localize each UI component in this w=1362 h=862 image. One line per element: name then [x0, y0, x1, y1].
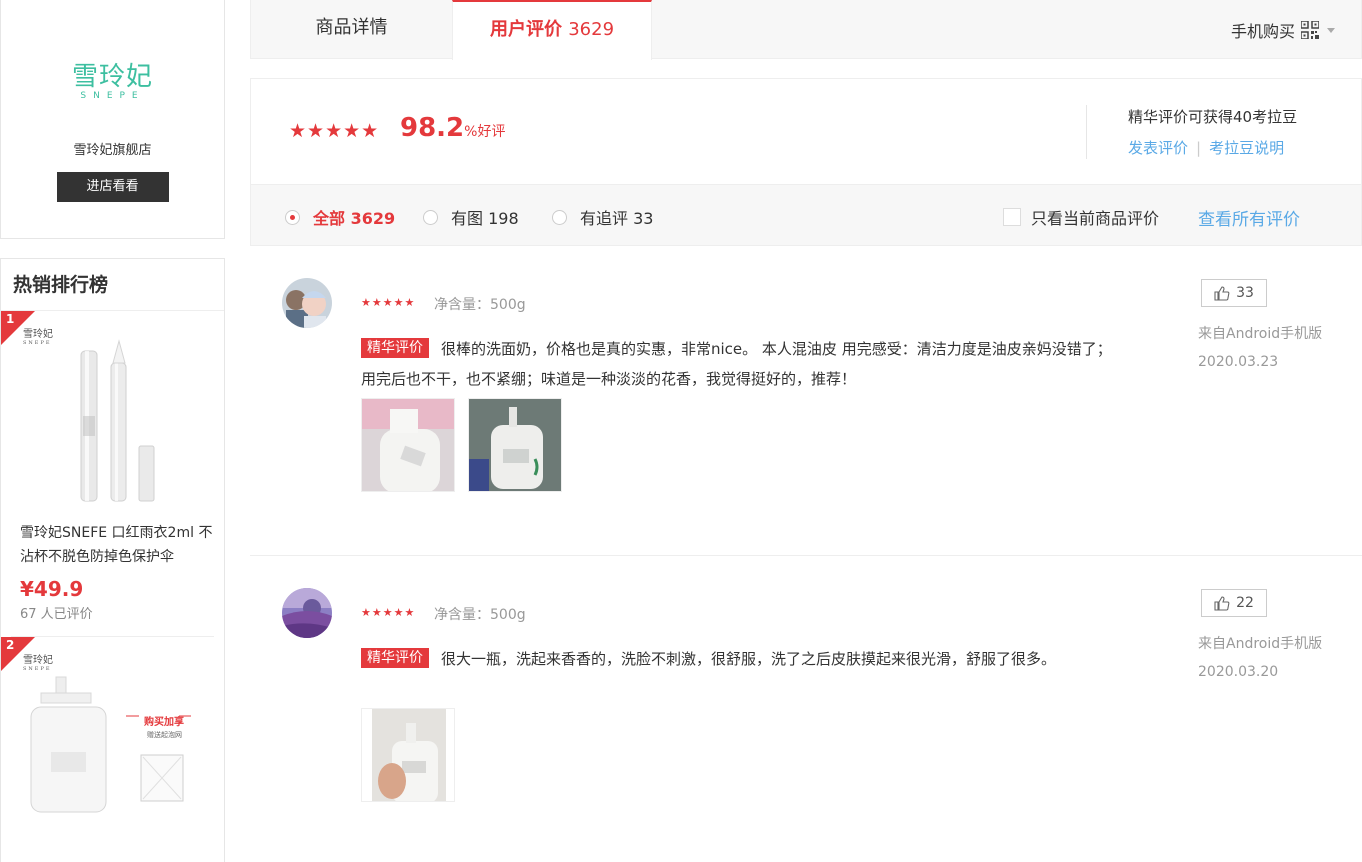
filter-all-label: 全部 3629: [313, 209, 396, 228]
product-image[interactable]: 雪玲妃 SNEPE 购买加享 赠送起泡网: [11, 637, 214, 837]
radio[interactable]: [552, 209, 567, 225]
review-photo[interactable]: [361, 708, 455, 802]
link-separator: |: [1196, 139, 1202, 157]
review-text: 很大一瓶，洗起来香香的，洗脸不刺激，很舒服，洗了之后皮肤摸起来很光滑，舒服了很多…: [441, 650, 1057, 668]
thumbs-up-icon: [1214, 285, 1230, 301]
only-current-product-label: 只看当前商品评价: [1031, 209, 1160, 228]
store-card: 雪玲妃 SNEPE 雪玲妃旗舰店 进店看看: [0, 0, 225, 239]
like-button[interactable]: 22: [1201, 589, 1267, 617]
essence-bonus-note: 精华评价可获得40考拉豆: [1128, 108, 1298, 126]
hot-item-price: ¥49.9: [20, 577, 84, 601]
review-source: 来自Android手机版: [1198, 326, 1323, 342]
review-photos: [361, 398, 562, 492]
hot-item-review-count: 67 人已评价: [20, 607, 93, 622]
post-review-link[interactable]: 发表评价: [1128, 139, 1188, 157]
checkbox[interactable]: [1003, 208, 1021, 226]
tab-user-reviews[interactable]: 用户评价 3629: [452, 0, 652, 60]
review-item: ★★★★★ 净含量：500g 精华评价 很大一瓶，洗起来香香的，洗脸不刺激，很舒服…: [250, 556, 1362, 862]
rating-summary: ★★★★★ 98.2%好评 精华评价可获得40考拉豆 发表评价 | 考拉豆说明: [250, 78, 1362, 184]
radio-selected[interactable]: [285, 209, 300, 225]
view-all-reviews-link[interactable]: 查看所有评价: [1198, 205, 1300, 230]
filter-all[interactable]: 全部 3629: [285, 205, 395, 229]
good-rate: 98.2%好评: [400, 113, 505, 143]
radio[interactable]: [423, 209, 438, 225]
rating-stars: ★★★★★: [289, 120, 380, 142]
product-image[interactable]: 雪玲妃 SNEPE: [11, 311, 214, 521]
chevron-down-icon: [1327, 27, 1335, 33]
tab-user-reviews-count: 3629: [568, 19, 615, 40]
thumbs-up-icon: [1214, 595, 1230, 611]
brand-name-cn: 雪玲妃: [71, 62, 153, 92]
hot-ranking-title: 热销排行榜: [1, 259, 224, 311]
store-logo[interactable]: 雪玲妃 SNEPE: [1, 56, 224, 101]
review-photos: [361, 708, 455, 802]
review-source: 来自Android手机版: [1198, 636, 1323, 652]
good-rate-suffix: %好评: [464, 124, 506, 140]
review-photo[interactable]: [361, 398, 455, 492]
qr-code-icon: [1301, 21, 1319, 39]
product-spec: 净含量：500g: [434, 297, 526, 313]
bean-info-link[interactable]: 考拉豆说明: [1209, 139, 1284, 157]
review-text: 很棒的洗面奶，价格也是真的实惠，非常nice。 本人混油皮 用完感受：清洁力度是…: [361, 340, 1112, 388]
hot-item[interactable]: 2 雪玲妃 SNEPE 购买加享 赠送起泡网: [1, 637, 214, 837]
review-filter-bar: 全部 3629 有图 198 有追评 33 只看当前商品评价 查看所有评价: [250, 184, 1362, 246]
review-stars: ★★★★★: [361, 296, 416, 309]
avatar[interactable]: [282, 588, 332, 638]
like-count: 33: [1236, 285, 1254, 301]
hot-item-name[interactable]: 雪玲妃SNEFE 口红雨衣2ml 不沾杯不脱色防掉色保护伞: [11, 521, 214, 569]
promo-label: 购买加享: [144, 717, 184, 728]
store-name[interactable]: 雪玲妃旗舰店: [1, 139, 224, 158]
review-date: 2020.03.20: [1198, 664, 1279, 680]
review-item: ★★★★★ 净含量：500g 精华评价 很棒的洗面奶，价格也是真的实惠，非常nic…: [250, 246, 1362, 556]
hot-ranking-list: 热销排行榜 1 雪玲妃 SNEPE 雪玲妃SNEFE 口红雨衣2ml 不沾杯不脱色…: [0, 258, 225, 862]
tab-user-reviews-label: 用户评价: [489, 19, 562, 40]
review-date: 2020.03.23: [1198, 354, 1279, 370]
review-meta: 来自Android手机版 2020.03.23: [1198, 320, 1322, 376]
like-button[interactable]: 33: [1201, 279, 1267, 307]
essence-tag: 精华评价: [361, 648, 429, 668]
like-count: 22: [1236, 595, 1254, 611]
good-rate-value: 98.2: [400, 113, 465, 143]
avatar[interactable]: [282, 278, 332, 328]
review-content: 精华评价 很大一瓶，洗起来香香的，洗脸不刺激，很舒服，洗了之后皮肤摸起来很光滑，舒…: [361, 644, 1121, 674]
filter-followup[interactable]: 有追评 33: [552, 205, 653, 229]
filter-with-pics-label: 有图 198: [451, 209, 519, 228]
only-current-product-toggle[interactable]: 只看当前商品评价: [1003, 205, 1159, 229]
enter-store-button[interactable]: 进店看看: [56, 172, 169, 202]
brand-name-en: SNEPE: [80, 91, 145, 101]
review-stars: ★★★★★: [361, 606, 416, 619]
review-photo[interactable]: [468, 398, 562, 492]
tab-product-detail[interactable]: 商品详情: [251, 0, 452, 59]
review-links: 发表评价 | 考拉豆说明: [1128, 137, 1284, 158]
hot-item[interactable]: 1 雪玲妃 SNEPE 雪玲妃SNEFE 口红雨衣2ml 不沾杯不脱色防掉色保护伞…: [1, 311, 214, 637]
product-spec: 净含量：500g: [434, 607, 526, 623]
review-meta: 来自Android手机版 2020.03.20: [1198, 630, 1322, 686]
mobile-buy-button[interactable]: 手机购买: [1231, 18, 1335, 42]
filter-followup-label: 有追评 33: [580, 209, 654, 228]
tab-bar: 商品详情 用户评价 3629 手机购买: [250, 0, 1362, 60]
filter-with-pics[interactable]: 有图 198: [423, 205, 519, 229]
essence-tag: 精华评价: [361, 338, 429, 358]
mobile-buy-label: 手机购买: [1230, 22, 1295, 41]
divider: [1086, 105, 1087, 159]
review-content: 精华评价 很棒的洗面奶，价格也是真的实惠，非常nice。 本人混油皮 用完感受：清…: [361, 334, 1121, 394]
promo-sub-label: 赠送起泡网: [147, 731, 182, 739]
